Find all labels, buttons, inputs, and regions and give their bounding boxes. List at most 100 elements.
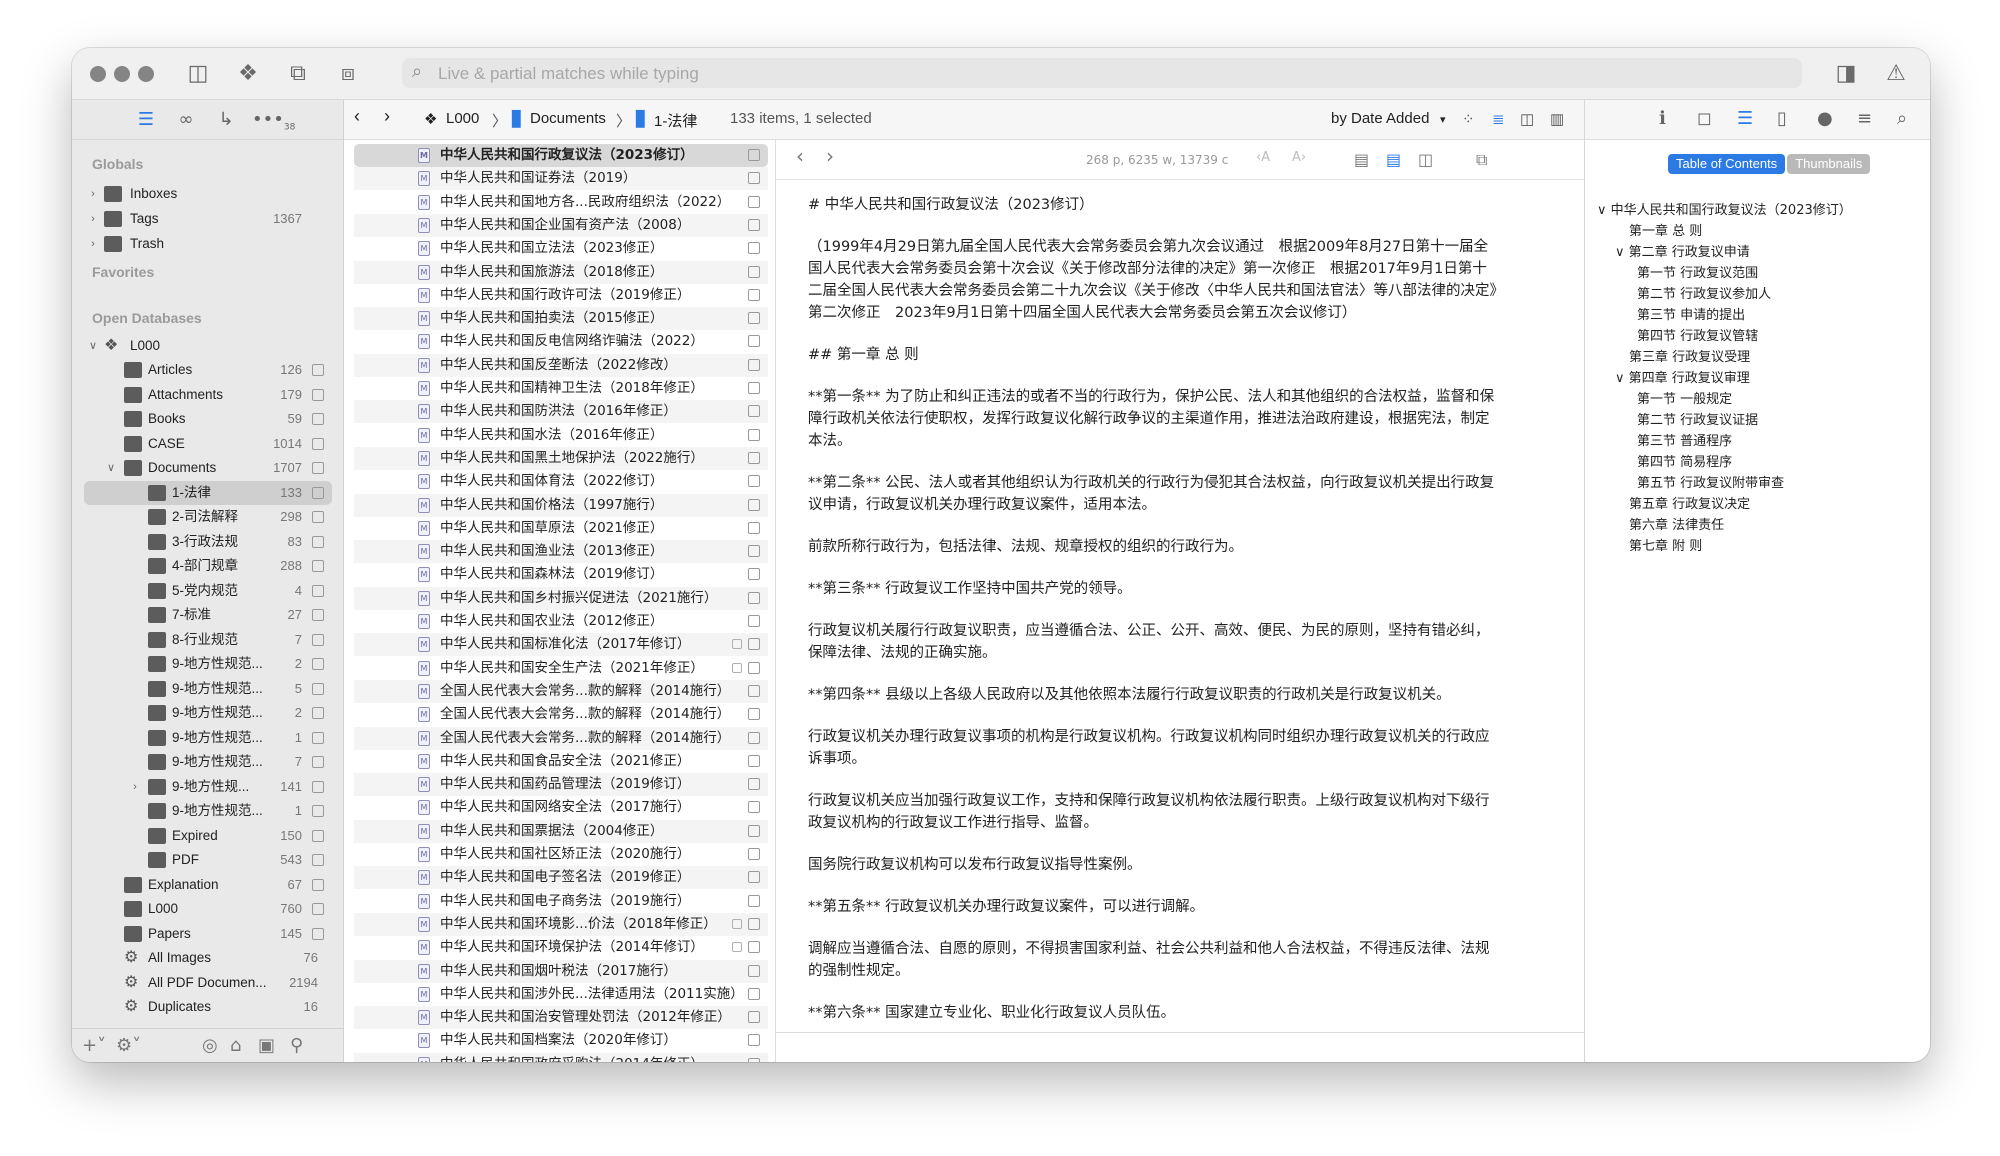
list-item[interactable]: M 中华人民共和国涉外民...法律适用法（2011实施）	[354, 983, 768, 1006]
item-preview-icon[interactable]	[748, 358, 760, 371]
item-preview-icon[interactable]	[748, 871, 760, 884]
sidebar-group[interactable]: 9-地方性规范... 1	[84, 799, 332, 823]
group-menu-icon[interactable]	[312, 707, 324, 719]
list-item[interactable]: M 中华人民共和国行政复议法（2023修订）	[354, 144, 768, 167]
list-item[interactable]: M 中华人民共和国标准化法（2017年修订）	[354, 633, 768, 657]
group-menu-icon[interactable]	[312, 511, 324, 523]
item-preview-icon[interactable]	[748, 242, 760, 255]
item-preview-icon[interactable]	[748, 312, 760, 325]
breadcrumb-documents[interactable]: Documents	[530, 110, 606, 127]
sidebar-group[interactable]: Expired 150	[84, 824, 332, 848]
group-menu-icon[interactable]	[312, 780, 324, 793]
increase-font-icon[interactable]: A›	[1292, 150, 1306, 165]
item-preview-icon[interactable]	[748, 405, 760, 418]
disclosure-open-icon[interactable]: ∨	[104, 456, 118, 480]
list-item[interactable]: M 中华人民共和国黑土地保护法（2022施行）	[354, 446, 768, 470]
group-menu-icon[interactable]	[312, 584, 324, 597]
list-item[interactable]: M 全国人民代表大会常务...款的解释（2014施行）	[354, 703, 768, 726]
list-view-mode-icon[interactable]: ≣	[1492, 110, 1505, 128]
group-menu-icon[interactable]	[312, 756, 324, 768]
toc-entry[interactable]: 第一章 总 则	[1597, 221, 1917, 242]
list-item[interactable]: M 全国人民代表大会常务...款的解释（2014施行）	[354, 679, 768, 703]
item-preview-icon[interactable]	[748, 638, 760, 651]
sidebar-group[interactable]: 9-地方性规范... 2	[84, 701, 332, 725]
item-preview-icon[interactable]	[748, 941, 760, 954]
group-menu-icon[interactable]	[312, 364, 324, 376]
group-menu-icon[interactable]	[312, 927, 324, 940]
toc-entry[interactable]: 第六章 法律责任	[1597, 515, 1917, 536]
sidebar-group[interactable]: L000 760	[84, 897, 332, 921]
item-preview-icon[interactable]	[748, 498, 760, 511]
list-item[interactable]: M 中华人民共和国烟叶税法（2017施行）	[354, 959, 768, 983]
minimize-window-button[interactable]	[114, 66, 130, 82]
group-menu-icon[interactable]	[312, 854, 324, 866]
sidebar-group[interactable]: ⚙ Duplicates 16	[84, 995, 332, 1019]
group-menu-icon[interactable]	[312, 609, 324, 621]
list-item[interactable]: M 中华人民共和国档案法（2020年修订）	[354, 1029, 768, 1052]
toc-entry[interactable]: 第二节 行政复议参加人	[1597, 284, 1917, 305]
list-item[interactable]: M 中华人民共和国政府采购法（2014年修正）	[354, 1052, 768, 1062]
list-item[interactable]: M 中华人民共和国反电信网络诈骗法（2022）	[354, 330, 768, 353]
item-preview-icon[interactable]	[748, 801, 760, 814]
sidebar-group[interactable]: ⚙ All Images 76	[84, 946, 332, 970]
sidebar-group[interactable]: 8-行业规范 7	[84, 628, 332, 652]
sidebar-group[interactable]: Explanation 67	[84, 873, 332, 897]
list-item[interactable]: M 中华人民共和国旅游法（2018修正）	[354, 260, 768, 284]
zoom-window-button[interactable]	[138, 66, 154, 82]
circle-icon[interactable]: ◎	[202, 1035, 218, 1056]
layers-icon[interactable]: ⧉	[284, 60, 312, 88]
list-item[interactable]: M 中华人民共和国乡村振兴促进法（2021施行）	[354, 586, 768, 610]
sidebar-group[interactable]: 9-地方性规范... 7	[84, 750, 332, 774]
sidebar-group[interactable]: Articles 126	[84, 358, 332, 382]
format-bar-icon[interactable]: ⧉	[1476, 150, 1487, 170]
item-preview-icon[interactable]	[748, 172, 760, 185]
list-item[interactable]: M 中华人民共和国防洪法（2016年修正）	[354, 400, 768, 424]
item-preview-icon[interactable]	[748, 987, 760, 1000]
sidebar-group[interactable]: 4-部门规章 288	[84, 554, 332, 578]
list-item[interactable]: M 中华人民共和国水法（2016年修正）	[354, 424, 768, 447]
document-icon[interactable]: ▯	[1777, 108, 1787, 129]
sidebar-group[interactable]: 9-地方性规范... 5	[84, 677, 332, 701]
tab-thumbnails[interactable]: Thumbnails	[1787, 154, 1871, 174]
item-preview-icon[interactable]	[748, 1034, 760, 1047]
item-preview-icon[interactable]	[748, 591, 760, 604]
disclosure-open-icon[interactable]: ∨	[1597, 203, 1611, 218]
toc-entry[interactable]: 第一节 一般规定	[1597, 389, 1917, 410]
item-preview-icon[interactable]	[748, 451, 760, 464]
group-menu-icon[interactable]	[312, 535, 324, 548]
import-icon[interactable]: ↳	[212, 108, 240, 132]
group-menu-icon[interactable]	[312, 413, 324, 425]
group-menu-icon[interactable]	[312, 437, 324, 450]
disclosure-closed-icon[interactable]: ›	[86, 207, 100, 231]
item-preview-icon[interactable]	[748, 731, 760, 744]
list-item[interactable]: M 中华人民共和国立法法（2023修正）	[354, 237, 768, 260]
group-menu-icon[interactable]	[312, 658, 324, 670]
list-item[interactable]: M 中华人民共和国电子签名法（2019修正）	[354, 866, 768, 890]
sidebar-group[interactable]: 9-地方性规范... 1	[84, 726, 332, 750]
action-gear-icon[interactable]: ⚙˅	[116, 1035, 141, 1056]
breadcrumb-database[interactable]: L000	[446, 110, 479, 127]
list-item[interactable]: M 中华人民共和国体育法（2022修订）	[354, 470, 768, 493]
sort-dropdown-icon[interactable]: ▾	[1440, 113, 1446, 126]
toc-entry[interactable]: ∨ 第四章 行政复议审理	[1597, 368, 1917, 389]
source-view-icon[interactable]: ▤	[1354, 150, 1369, 169]
item-preview-icon[interactable]	[748, 754, 760, 767]
toc-entry[interactable]: 第四节 简易程序	[1597, 452, 1917, 473]
item-preview-icon[interactable]	[748, 848, 760, 860]
list-item[interactable]: M 中华人民共和国环境保护法（2014年修订）	[354, 936, 768, 959]
list-item[interactable]: M 全国人民代表大会常务...款的解释（2014施行）	[354, 726, 768, 750]
info-icon[interactable]: ℹ	[1659, 108, 1666, 129]
sidebar-group[interactable]: 2-司法解释 298	[84, 505, 332, 529]
list-item[interactable]: M 中华人民共和国环境影...价法（2018年修正）	[354, 912, 768, 936]
item-preview-icon[interactable]	[748, 288, 760, 301]
global-item[interactable]: › Tags 1367	[86, 207, 332, 231]
preview-view-icon[interactable]: ▤	[1386, 150, 1401, 169]
item-preview-icon[interactable]	[748, 335, 760, 348]
column-view-icon[interactable]: ◫	[1520, 110, 1534, 128]
sidebar-group[interactable]: Books 59	[84, 407, 332, 431]
item-preview-icon[interactable]	[748, 917, 760, 930]
decrease-font-icon[interactable]: ‹A	[1256, 150, 1270, 165]
annotation-icon[interactable]: ◻	[1697, 108, 1712, 129]
editor-content[interactable]: # 中华人民共和国行政复议法（2023修订） （1999年4月29日第九届全国人民…	[808, 194, 1498, 1044]
toc-entry[interactable]: 第七章 附 则	[1597, 536, 1917, 557]
